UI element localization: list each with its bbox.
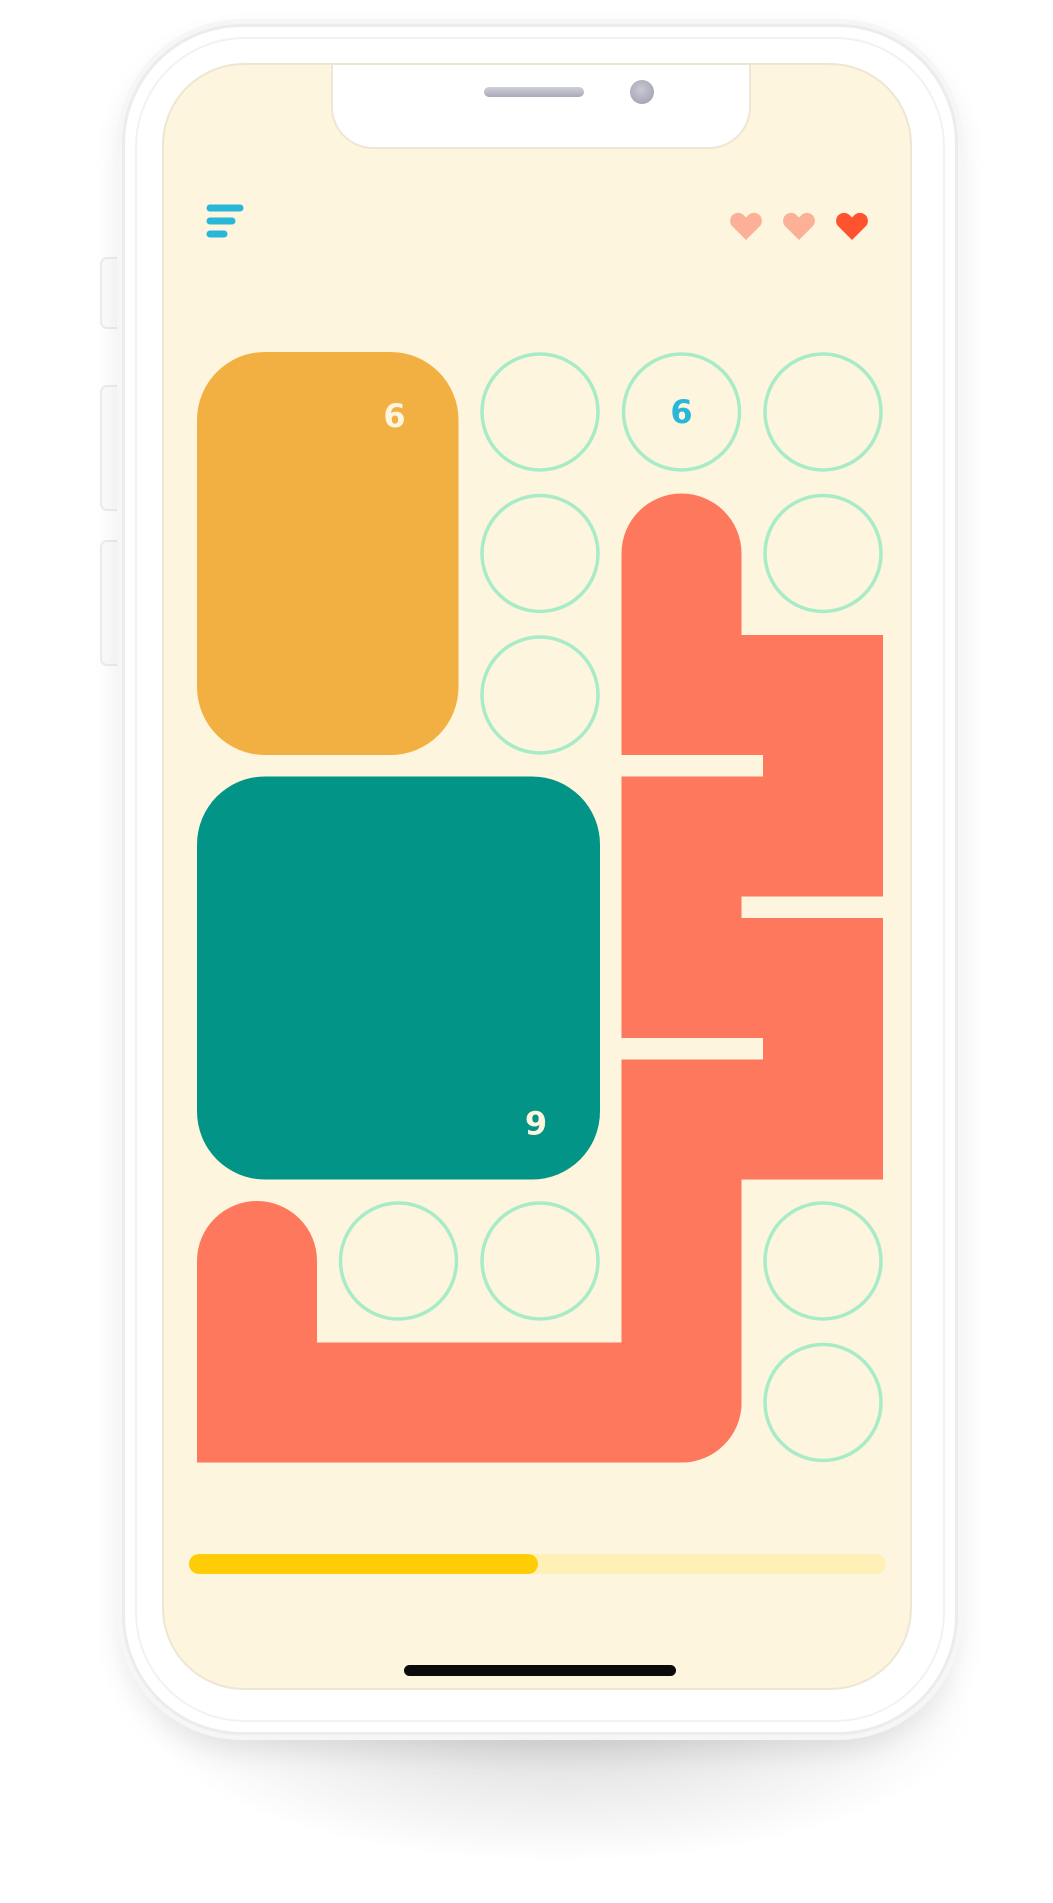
cell-clue-number: 6	[670, 393, 692, 431]
puzzle-board[interactable]: 6 9 6	[164, 65, 912, 1690]
empty-cell[interactable]	[480, 635, 600, 755]
empty-cell[interactable]	[763, 493, 883, 614]
empty-cell[interactable]	[480, 493, 600, 614]
empty-cell[interactable]	[338, 1201, 459, 1321]
empty-cell[interactable]	[763, 1342, 883, 1463]
block-clue-number: 6	[383, 397, 405, 435]
path-bottom-hook[interactable]	[197, 1201, 742, 1463]
home-indicator[interactable]	[404, 1665, 676, 1676]
game-screen: 6 9 6	[162, 63, 912, 1690]
empty-cell[interactable]	[480, 1201, 600, 1321]
block-clue-number: 9	[525, 1105, 547, 1143]
level-progress-fill	[189, 1554, 538, 1574]
level-progress-bar	[189, 1554, 886, 1574]
block-orange[interactable]	[197, 352, 459, 755]
empty-cell[interactable]	[763, 352, 883, 472]
empty-cell[interactable]	[480, 352, 600, 472]
path-right-snake[interactable]	[621, 493, 883, 1463]
empty-cell[interactable]	[763, 1201, 883, 1321]
